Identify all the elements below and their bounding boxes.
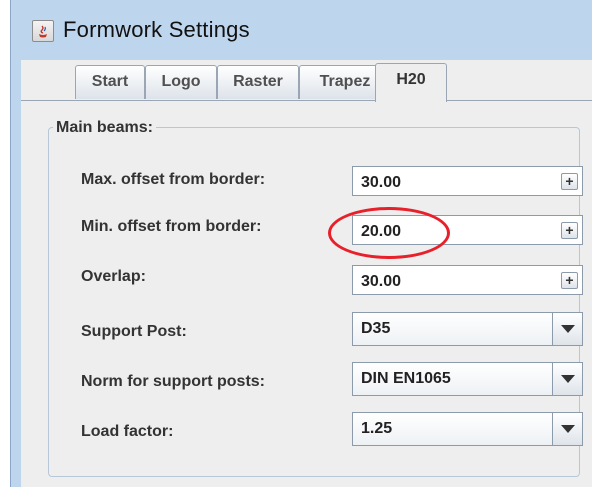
tab-divider xyxy=(21,100,592,101)
overlap-value[interactable]: 30.00 xyxy=(361,273,401,291)
max-offset-increment-button[interactable]: + xyxy=(561,173,578,190)
support-post-label: Support Post: xyxy=(81,323,187,340)
load-factor-dropdown-button[interactable] xyxy=(552,413,582,445)
chevron-down-icon xyxy=(561,425,575,433)
overlap-increment-button[interactable]: + xyxy=(561,272,578,289)
load-factor-value: 1.25 xyxy=(361,420,393,437)
norm-select[interactable]: DIN EN1065 xyxy=(352,362,583,396)
max-offset-value[interactable]: 30.00 xyxy=(361,174,401,192)
dialog-window: Formwork Settings Start Logo Raster Trap… xyxy=(10,0,592,487)
tab-start[interactable]: Start xyxy=(75,65,145,99)
tab-h20[interactable]: H20 xyxy=(375,63,447,102)
overlap-label: Overlap: xyxy=(81,268,146,285)
max-offset-spinner[interactable]: 30.00 + xyxy=(352,166,583,196)
tab-logo[interactable]: Logo xyxy=(145,65,217,99)
min-offset-value[interactable]: 20.00 xyxy=(361,223,401,241)
norm-value: DIN EN1065 xyxy=(361,370,451,387)
norm-dropdown-button[interactable] xyxy=(552,363,582,395)
load-factor-select[interactable]: 1.25 xyxy=(352,412,583,446)
norm-label: Norm for support posts: xyxy=(81,373,265,390)
title-bar[interactable]: Formwork Settings xyxy=(11,0,592,60)
support-post-select[interactable]: D35 xyxy=(352,312,583,346)
group-title: Main beams: xyxy=(53,119,156,137)
load-factor-label: Load factor: xyxy=(81,423,174,440)
chevron-down-icon xyxy=(561,325,575,333)
min-offset-spinner[interactable]: 20.00 + xyxy=(352,215,583,245)
java-app-icon[interactable] xyxy=(32,20,54,42)
dialog-content: Start Logo Raster Trapez H20 Main beams:… xyxy=(21,60,592,487)
window-title: Formwork Settings xyxy=(63,17,250,42)
min-offset-label: Min. offset from border: xyxy=(81,218,262,235)
overlap-spinner[interactable]: 30.00 + xyxy=(352,265,583,295)
min-offset-increment-button[interactable]: + xyxy=(561,222,578,239)
chevron-down-icon xyxy=(561,375,575,383)
max-offset-label: Max. offset from border: xyxy=(81,171,266,188)
tab-bar: Start Logo Raster Trapez H20 xyxy=(21,60,592,102)
tab-raster[interactable]: Raster xyxy=(217,65,299,99)
support-post-dropdown-button[interactable] xyxy=(552,313,582,345)
support-post-value: D35 xyxy=(361,320,391,337)
